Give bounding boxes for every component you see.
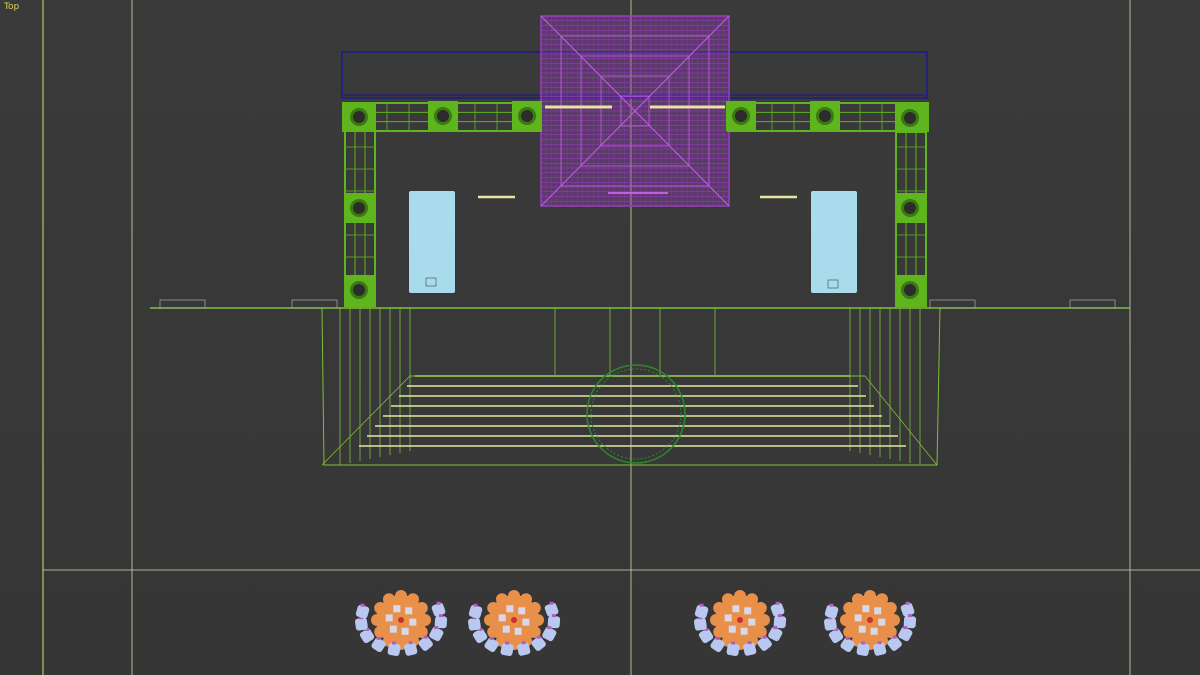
- chair: [355, 617, 368, 631]
- chair: [387, 643, 401, 657]
- pyramid-roof[interactable]: [540, 15, 730, 207]
- chair: [824, 617, 837, 631]
- right-screen[interactable]: [811, 191, 857, 293]
- scene-canvas[interactable]: [0, 0, 1200, 675]
- table-groups[interactable]: [355, 590, 917, 657]
- table-group: [468, 590, 561, 657]
- table-group: [355, 590, 448, 657]
- table-group: [694, 590, 787, 657]
- viewport-label[interactable]: Top: [4, 2, 19, 12]
- viewport[interactable]: Top: [0, 0, 1200, 675]
- circle-platform[interactable]: [586, 364, 686, 464]
- left-screen[interactable]: [409, 191, 455, 293]
- chair: [468, 617, 481, 631]
- chair: [694, 617, 707, 631]
- chair: [500, 643, 514, 657]
- circle-outline: [586, 364, 686, 464]
- stage-floor[interactable]: [150, 299, 1130, 309]
- chair: [856, 643, 870, 657]
- chair: [726, 643, 740, 657]
- table-group: [824, 590, 917, 657]
